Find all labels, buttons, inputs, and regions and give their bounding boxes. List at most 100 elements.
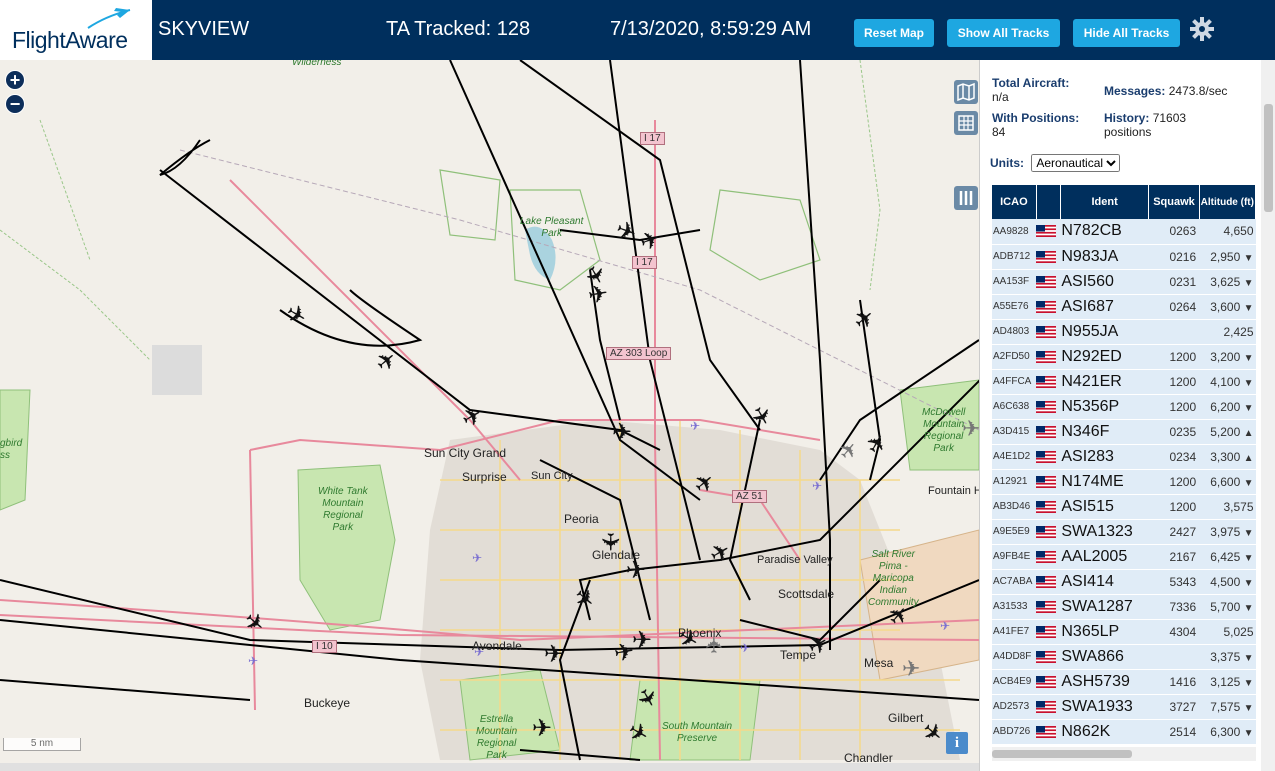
altitude-cell: 3,375 ▼ [1199,644,1256,670]
city-label: Glendale [592,548,641,562]
icao-cell: A9E5E9 [992,519,1037,545]
zoom-out-button[interactable]: − [5,94,25,114]
scrollbar-thumb[interactable] [1264,104,1273,212]
svg-text:✈: ✈ [848,302,881,336]
flag-cell [1036,419,1061,445]
highway-shield: I 17 [640,132,665,145]
svg-text:✈: ✈ [690,419,700,433]
altitude-trend-icon: ▼ [1243,702,1254,714]
altitude-value: 4,500 [1210,574,1241,589]
altitude-value: 6,200 [1210,399,1241,414]
total-aircraft-label: Total Aircraft: [992,76,1070,90]
ident-cell: ASI560 [1060,269,1149,295]
svg-text:✈: ✈ [532,714,552,742]
table-row[interactable]: A31533 SWA1287 7336 5,700 ▼ [992,594,1256,620]
table-row[interactable]: A12921 N174ME 1200 6,600 ▼ [992,469,1256,495]
with-positions-label: With Positions: [992,111,1080,125]
table-row[interactable]: ADB712 N983JA 0216 2,950 ▼ [992,244,1256,270]
logo-text: FlightAware [12,27,128,53]
table-row[interactable]: A3D415 N346F 0235 5,200 ▲ [992,419,1256,445]
col-flag[interactable] [1036,185,1061,219]
table-row[interactable]: AA9828 N782CB 0263 4,650 [992,219,1256,245]
altitude-cell: 4,650 [1199,219,1256,245]
city-label: Phoenix [678,626,722,640]
tracked-count: TA Tracked: 128 [386,18,531,40]
altitude-value: 6,425 [1210,549,1241,564]
table-row[interactable]: A41FE7 N365LP 4304 5,025 [992,619,1256,645]
highway-shield: AZ 303 Loop [606,347,672,360]
horizontal-scrollbar[interactable] [992,747,1256,761]
ident-cell: SWA1933 [1060,694,1149,720]
table-row[interactable]: AD4803 N955JA 2,425 [992,319,1256,345]
us-flag-icon [1036,675,1057,688]
table-row[interactable]: A9E5E9 SWA1323 2427 3,975 ▼ [992,519,1256,545]
units-select[interactable]: Aeronautical [1031,154,1121,172]
table-row[interactable]: A4DD8F SWA866 3,375 ▼ [992,644,1256,670]
ident-cell: AAL2005 [1060,544,1149,570]
altitude-trend-icon: ▲ [1243,427,1254,439]
icao-cell: AD2573 [992,694,1037,720]
table-row[interactable]: A9FB4E AAL2005 2167 6,425 ▼ [992,544,1256,570]
city-label: Chandler [844,751,893,763]
with-positions-value: 84 [992,125,1006,139]
city-label: Scottsdale [778,587,835,601]
city-label: Sun City Grand [424,446,507,460]
altitude-cell: 6,600 ▼ [1199,469,1256,495]
zoom-in-button[interactable]: + [5,70,25,90]
hide-all-tracks-button[interactable]: Hide All Tracks [1073,19,1180,47]
messages-label: Messages: [1104,84,1166,98]
us-flag-icon [1036,550,1057,563]
info-button[interactable]: i [946,732,968,754]
park-label: South Mountain Preserve [662,721,733,744]
col-altitude[interactable]: Altitude (ft) [1199,185,1256,219]
squawk-cell: 0234 [1148,444,1200,470]
us-flag-icon [1036,250,1057,263]
city-label: Peoria [564,512,599,526]
col-squawk[interactable]: Squawk [1148,185,1200,219]
ident-cell: ASH5739 [1060,669,1149,695]
scrollbar-thumb[interactable] [992,750,1132,758]
flag-cell [1036,219,1061,245]
table-row[interactable]: AD2573 SWA1933 3727 7,575 ▼ [992,694,1256,720]
table-row[interactable]: A6C638 N5356P 1200 6,200 ▼ [992,394,1256,420]
table-row[interactable]: AA153F ASI560 0231 3,625 ▼ [992,269,1256,295]
vertical-scrollbar[interactable] [1261,60,1275,771]
altitude-cell: 6,200 ▼ [1199,394,1256,420]
squawk-cell: 7336 [1148,594,1200,620]
ident-cell: N983JA [1060,244,1149,270]
flag-cell [1036,444,1061,470]
altitude-trend-icon: ▼ [1243,652,1254,664]
scale-bar: 5 nm [3,738,81,751]
svg-text:✈: ✈ [812,479,822,493]
us-flag-icon [1036,650,1057,663]
grid-toggle-button[interactable] [954,111,978,135]
altitude-cell: 3,625 ▼ [1199,269,1256,295]
flag-cell [1036,544,1061,570]
table-row[interactable]: A4E1D2 ASI283 0234 3,300 ▲ [992,444,1256,470]
us-flag-icon [1036,600,1057,613]
gear-icon[interactable] [1189,16,1215,42]
map-layers-button[interactable] [954,80,978,104]
altitude-cell: 3,300 ▲ [1199,444,1256,470]
table-row[interactable]: A2FD50 N292ED 1200 3,200 ▼ [992,344,1256,370]
icao-cell: A4DD8F [992,644,1037,670]
reset-map-button[interactable]: Reset Map [854,19,934,47]
flight-map[interactable]: ✈ ✈ ✈ ✈ ✈ ✈ ✈ ✈ ✈ ✈ ✈ ✈ ✈ ✈ ✈ ✈ ✈ ✈ ✈ ✈ … [0,60,979,763]
table-row[interactable]: A4FFCA N421ER 1200 4,100 ▼ [992,369,1256,395]
col-ident[interactable]: Ident [1060,185,1150,219]
highway-shield: AZ 51 [732,490,767,503]
table-row[interactable]: A55E76 ASI687 0264 3,600 ▼ [992,294,1256,320]
table-row[interactable]: ABD726 N862K 2514 6,300 ▼ [992,719,1256,745]
table-row[interactable]: ACB4E9 ASH5739 1416 3,125 ▼ [992,669,1256,695]
history-label: History: [1104,111,1150,125]
table-row[interactable]: AB3D46 ASI515 1200 3,575 [992,494,1256,520]
svg-text:✈: ✈ [612,418,632,446]
ident-cell: SWA1323 [1060,519,1149,545]
columns-toggle-button[interactable] [954,186,978,210]
table-row[interactable]: AC7ABA ASI414 5343 4,500 ▼ [992,569,1256,595]
us-flag-icon [1036,475,1057,488]
flightaware-logo[interactable]: FlightAware [0,0,152,60]
col-icao[interactable]: ICAO [992,185,1037,219]
altitude-trend-icon: ▼ [1243,402,1254,414]
show-all-tracks-button[interactable]: Show All Tracks [947,19,1060,47]
